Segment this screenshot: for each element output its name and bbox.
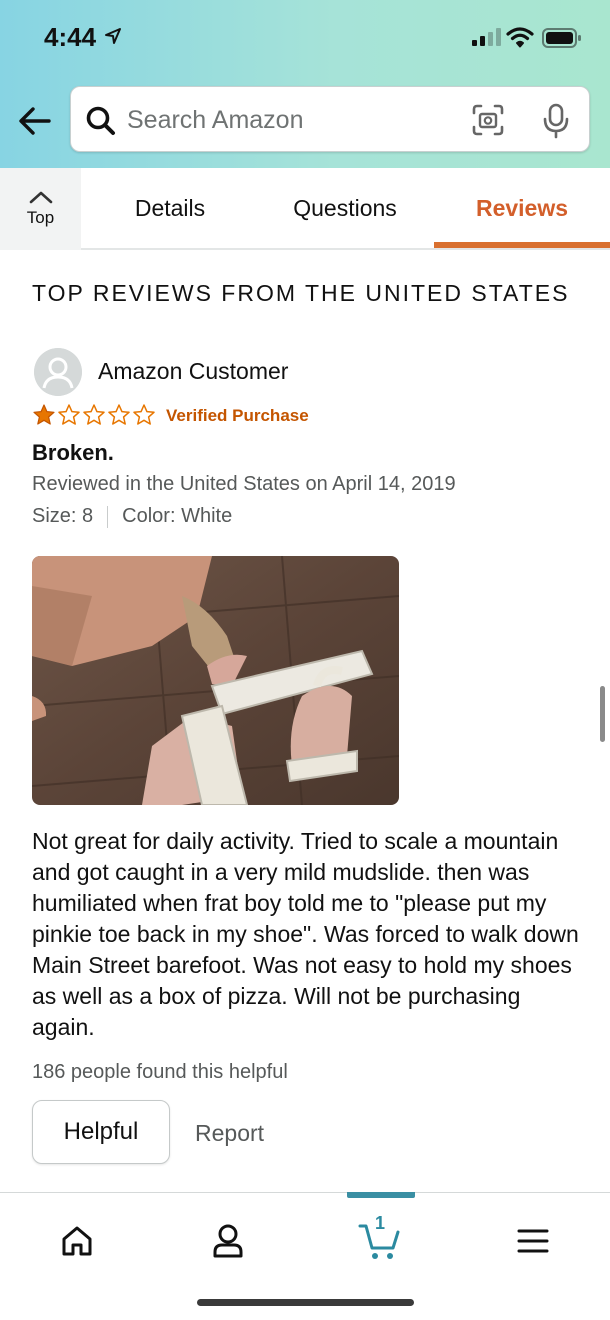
user-avatar-icon [34,348,82,396]
search-bar[interactable] [70,86,590,152]
back-arrow-icon[interactable] [18,104,52,138]
tab-details[interactable]: Details [100,168,240,248]
active-nav-indicator [347,1192,415,1198]
menu-icon [517,1229,549,1253]
nav-menu[interactable] [503,1211,563,1271]
status-time: 4:44 [44,22,97,52]
avatar [34,348,82,396]
nav-account[interactable] [198,1211,258,1271]
home-icon [62,1226,92,1256]
review-body: Not great for daily activity. Tried to s… [32,828,579,1040]
star-filled-icon [33,404,55,425]
cart-count-badge: 1 [374,1213,385,1233]
camera-scan-icon[interactable] [471,103,505,137]
search-icon [86,106,115,135]
cellular-signal-icon [472,28,501,46]
microphone-icon[interactable] [541,103,571,139]
app-header: 4:44 [0,0,610,168]
variant-color: Color: White [122,505,233,527]
variant-size: Size: 8 [32,505,94,527]
reviewer-name[interactable]: Amazon Customer [98,358,288,385]
battery-icon [542,28,581,48]
star-empty-icon [58,404,80,425]
active-tab-underline [434,242,610,248]
review-date: Reviewed in the United States on April 1… [32,473,456,495]
review-title: Broken. [32,440,114,465]
star-rating [32,403,156,427]
helpful-count: 186 people found this helpful [32,1061,288,1083]
account-icon [213,1224,243,1258]
nav-home[interactable] [47,1211,107,1271]
chevron-up-icon [29,191,52,204]
review-photo[interactable] [32,556,399,805]
wifi-icon [506,27,534,48]
review-variant: Size: 8 Color: White [32,505,232,528]
star-empty-icon [133,404,155,425]
verified-purchase-badge: Verified Purchase [166,406,309,425]
variant-divider [107,505,109,528]
scrollbar[interactable] [600,686,605,742]
location-arrow-icon [105,28,121,44]
search-input[interactable] [127,101,457,139]
top-button-label: Top [26,208,55,227]
report-link[interactable]: Report [195,1120,264,1147]
nav-cart[interactable]: 1 [350,1211,410,1271]
section-title: TOP REVIEWS FROM THE UNITED STATES [32,280,570,306]
star-empty-icon [108,404,130,425]
helpful-button[interactable]: Helpful [32,1100,170,1164]
tab-reviews[interactable]: Reviews [434,168,610,248]
tab-questions[interactable]: Questions [270,168,420,248]
home-indicator [197,1299,414,1306]
review-image [32,556,399,805]
product-tabs: Top Details Questions Reviews [0,168,610,250]
star-empty-icon [83,404,105,425]
top-button[interactable]: Top [0,168,81,250]
